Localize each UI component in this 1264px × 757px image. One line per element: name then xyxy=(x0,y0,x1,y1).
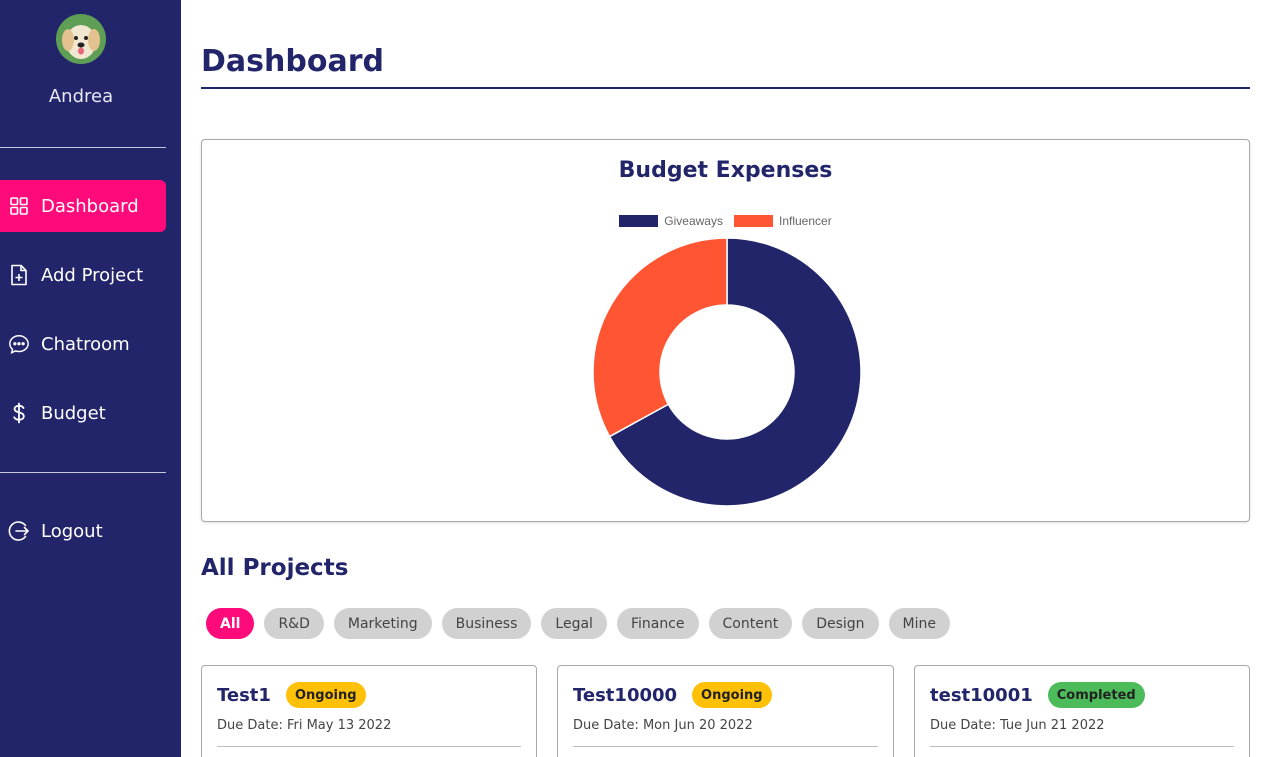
sidebar-item-budget[interactable]: Budget xyxy=(0,387,166,439)
filter-chip-finance[interactable]: Finance xyxy=(616,608,699,639)
filter-chip-marketing[interactable]: Marketing xyxy=(333,608,432,639)
sidebar-item-label: Budget xyxy=(41,402,106,424)
filter-chip-business[interactable]: Business xyxy=(441,608,532,639)
sidebar-divider xyxy=(0,472,166,473)
card-divider xyxy=(930,746,1234,747)
sidebar-item-dashboard[interactable]: Dashboard xyxy=(0,180,166,232)
grid-icon xyxy=(8,195,30,217)
dollar-icon xyxy=(8,402,30,424)
category-filters: All R&D Marketing Business Legal Finance… xyxy=(206,608,950,639)
project-name[interactable]: Test10000 xyxy=(573,685,677,706)
sidebar-item-chatroom[interactable]: Chatroom xyxy=(0,318,166,370)
sidebar: Andrea Dashboard Add Project Chatroom Bu… xyxy=(0,0,181,757)
sidebar-item-label: Chatroom xyxy=(41,333,130,355)
card-divider xyxy=(573,746,878,747)
chat-icon xyxy=(8,333,30,355)
status-badge: Ongoing xyxy=(285,682,366,708)
status-badge: Completed xyxy=(1047,682,1145,708)
filter-chip-legal[interactable]: Legal xyxy=(541,608,607,639)
sidebar-item-label: Add Project xyxy=(41,264,144,286)
due-date: Due Date: Fri May 13 2022 xyxy=(217,718,392,733)
project-card-header: test10001 Completed xyxy=(930,682,1145,708)
logout-label: Logout xyxy=(41,520,103,542)
filter-chip-design[interactable]: Design xyxy=(802,608,879,639)
file-plus-icon xyxy=(8,264,30,286)
section-title: All Projects xyxy=(201,555,349,581)
title-divider xyxy=(201,87,1250,89)
filter-chip-content[interactable]: Content xyxy=(708,608,793,639)
due-date: Due Date: Tue Jun 21 2022 xyxy=(930,718,1105,733)
project-card[interactable]: test10001 Completed Due Date: Tue Jun 21… xyxy=(914,665,1250,757)
project-name[interactable]: test10001 xyxy=(930,685,1033,706)
budget-chart-card: Budget Expenses Giveaways Influencer xyxy=(201,139,1250,522)
legend-item-influencer[interactable]: Influencer xyxy=(733,214,832,228)
user-name: Andrea xyxy=(48,86,114,107)
filter-chip-mine[interactable]: Mine xyxy=(888,608,950,639)
project-name[interactable]: Test1 xyxy=(217,685,271,706)
page-title: Dashboard xyxy=(201,44,384,79)
project-card-header: Test10000 Ongoing xyxy=(573,682,772,708)
sidebar-divider xyxy=(0,147,166,148)
project-card[interactable]: Test10000 Ongoing Due Date: Mon Jun 20 2… xyxy=(557,665,894,757)
sidebar-item-add-project[interactable]: Add Project xyxy=(0,249,166,301)
logout-icon xyxy=(8,520,30,542)
sidebar-item-label: Dashboard xyxy=(41,195,139,217)
legend-swatch-influencer xyxy=(733,215,773,227)
legend-label: Giveaways xyxy=(664,214,723,228)
due-date: Due Date: Mon Jun 20 2022 xyxy=(573,718,753,733)
app: Andrea Dashboard Add Project Chatroom Bu… xyxy=(0,0,1264,757)
filter-chip-all[interactable]: All xyxy=(206,608,255,639)
donut-slice-influencer[interactable] xyxy=(593,238,728,438)
status-badge: Ongoing xyxy=(692,682,772,708)
legend-item-giveaways[interactable]: Giveaways xyxy=(619,214,723,228)
chart-legend: Giveaways Influencer xyxy=(202,214,1249,228)
logout-button[interactable]: Logout xyxy=(0,505,166,557)
project-card-header: Test1 Ongoing xyxy=(217,682,366,708)
project-card[interactable]: Test1 Ongoing Due Date: Fri May 13 2022 xyxy=(201,665,537,757)
legend-label: Influencer xyxy=(778,214,832,228)
donut-chart xyxy=(593,238,861,506)
chart-title: Budget Expenses xyxy=(618,158,833,183)
filter-chip-rnd[interactable]: R&D xyxy=(264,608,324,639)
legend-swatch-giveaways xyxy=(619,215,659,227)
avatar[interactable] xyxy=(56,14,106,64)
card-divider xyxy=(217,746,521,747)
